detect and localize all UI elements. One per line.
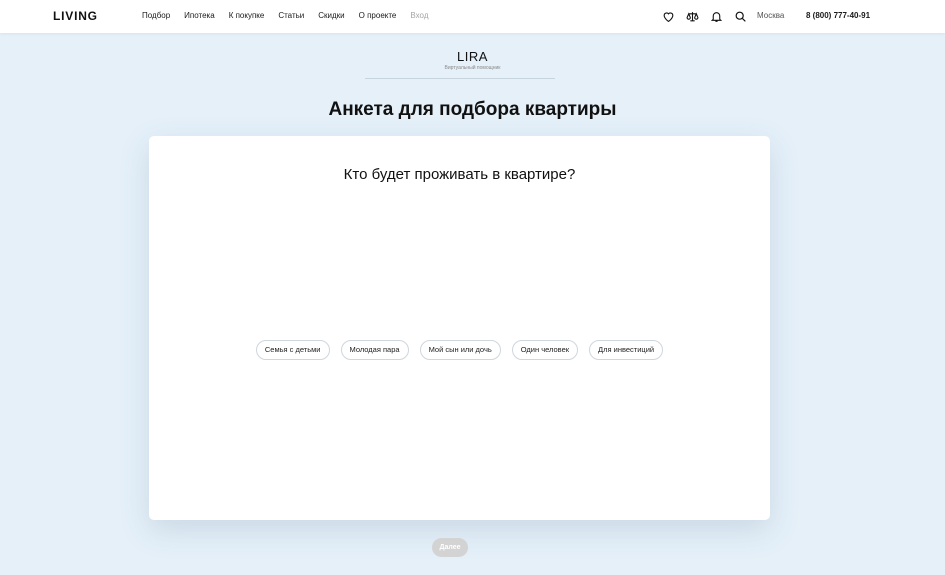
city-selector[interactable]: Москва <box>757 11 784 20</box>
question-text: Кто будет проживать в квартире? <box>343 166 576 183</box>
brand-subtitle: Виртуальный помощник <box>444 65 501 71</box>
questionnaire-card: Кто будет проживать в квартире? Семья с … <box>149 136 770 520</box>
site-header: LIVING Подбор Ипотека К покупке Статьи С… <box>0 0 945 33</box>
assistant-brand: LIRA Виртуальный помощник <box>0 49 945 71</box>
header-icons <box>661 9 757 23</box>
option-investment[interactable]: Для инвестиций <box>589 340 664 360</box>
main-nav: Подбор Ипотека К покупке Статьи Скидки О… <box>142 11 443 20</box>
next-button[interactable]: Далее <box>432 538 468 557</box>
option-young-couple[interactable]: Молодая пара <box>340 340 409 360</box>
option-son-or-daughter[interactable]: Мой сын или дочь <box>419 340 501 360</box>
nav-item-podbor[interactable]: Подбор <box>142 11 170 20</box>
nav-item-ipoteka[interactable]: Ипотека <box>184 11 215 20</box>
logo[interactable]: LIVING <box>53 9 98 23</box>
nav-item-k-pokupke[interactable]: К покупке <box>229 11 265 20</box>
heart-icon[interactable] <box>661 9 675 23</box>
bell-icon[interactable] <box>709 9 723 23</box>
option-family-with-children[interactable]: Семья с детьми <box>255 340 330 360</box>
nav-item-o-proekte[interactable]: О проекте <box>359 11 397 20</box>
answer-options: Семья с детьми Молодая пара Мой сын или … <box>149 340 770 360</box>
search-icon[interactable] <box>733 9 747 23</box>
nav-item-stati[interactable]: Статьи <box>278 11 304 20</box>
page-title: Анкета для подбора квартиры <box>328 99 617 120</box>
nav-item-login[interactable]: Вход <box>410 11 428 20</box>
nav-item-skidki[interactable]: Скидки <box>318 11 344 20</box>
option-single-person[interactable]: Один человек <box>511 340 579 360</box>
scales-icon[interactable] <box>685 9 699 23</box>
divider <box>365 78 555 79</box>
phone-number[interactable]: 8 (800) 777-40-91 <box>806 11 870 20</box>
brand-name: LIRA <box>457 49 488 64</box>
